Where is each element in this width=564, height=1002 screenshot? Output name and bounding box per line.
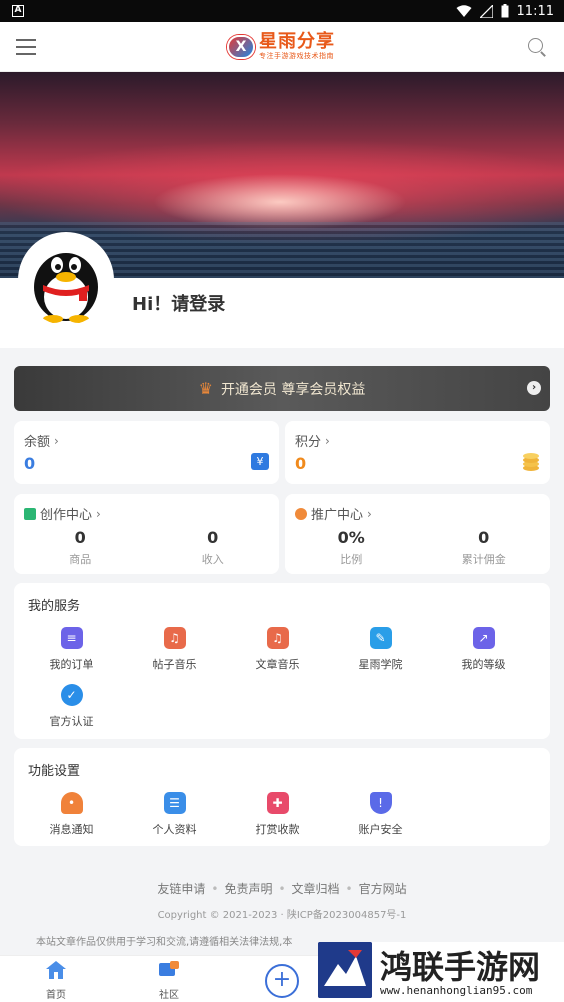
stat-item: 0 累计佣金 [461, 528, 506, 566]
watermark-title: 鸿联手游网 [380, 948, 541, 986]
logo-title: 星雨分享 [259, 31, 335, 52]
stat-item: 0 商品 [69, 528, 92, 566]
services-title: 我的服务 [28, 599, 81, 614]
music-icon: ♫ [266, 627, 289, 649]
service-post-music[interactable]: ♫ 帖子音乐 [123, 627, 226, 684]
level-icon: ↗ [472, 627, 495, 649]
tab-community[interactable]: 社区 [139, 960, 199, 1001]
stat-item: 0% 比例 [337, 528, 365, 566]
service-article-music[interactable]: ♫ 文章音乐 [226, 627, 329, 684]
watermark-url: www.henanhonglian95.com [380, 984, 533, 997]
chevron-right-icon: › [96, 506, 101, 521]
login-prompt[interactable]: Hi！请登录 [132, 290, 225, 316]
money-bag-icon [295, 507, 307, 520]
service-academy[interactable]: ✎ 星雨学院 [329, 627, 432, 684]
balance-label: 余额 [24, 435, 51, 450]
points-label: 积分 [295, 435, 322, 450]
tab-home[interactable]: 首页 [26, 960, 86, 1001]
verified-icon: ✓ [60, 684, 83, 706]
promotion-center-card[interactable]: 推广中心 › 0% 比例 0 累计佣金 [285, 494, 550, 574]
community-icon [159, 961, 179, 976]
watermark-logo [318, 942, 372, 998]
setting-notifications[interactable]: • 消息通知 [20, 792, 123, 837]
settings-grid: • 消息通知 ☰ 个人资料 ✚ 打赏收款 ! 账户安全 [20, 792, 540, 837]
top-header: X 星雨分享 专注手游游戏技术指南 [0, 22, 564, 72]
footer-link[interactable]: 官方网站 [359, 882, 407, 896]
creation-icon [24, 507, 36, 520]
footer-link[interactable]: 文章归档 [292, 882, 340, 896]
balance-value: 0 [24, 454, 36, 473]
arrow-right-icon: › [527, 381, 541, 395]
academy-icon: ✎ [369, 627, 392, 649]
footer-link[interactable]: 友链申请 [157, 882, 205, 896]
creation-label: 创作中心 [40, 508, 93, 523]
gift-icon: ✚ [266, 792, 289, 814]
battery-icon [501, 4, 509, 18]
creation-center-card[interactable]: 创作中心 › 0 商品 0 收入 [14, 494, 279, 574]
points-value: 0 [295, 454, 307, 473]
settings-title: 功能设置 [28, 764, 81, 779]
watermark: 鸿联手游网 www.henanhonglian95.com [318, 942, 564, 1002]
footer-link[interactable]: 免责声明 [224, 882, 272, 896]
bell-icon: • [60, 792, 83, 814]
avatar[interactable] [18, 232, 114, 328]
search-icon[interactable] [526, 36, 548, 58]
logo-subtitle: 专注手游游戏技术指南 [259, 52, 334, 60]
chevron-right-icon: › [54, 433, 59, 448]
order-icon: ≡ [60, 627, 83, 649]
vip-label: 开通会员 尊享会员权益 [220, 381, 366, 398]
settings-card: 功能设置 • 消息通知 ☰ 个人资料 ✚ 打赏收款 ! 账户安全 [14, 748, 550, 846]
music-icon: ♫ [163, 627, 186, 649]
points-card[interactable]: 积分 › 0 [285, 421, 550, 484]
menu-icon[interactable] [16, 38, 36, 55]
setting-security[interactable]: ! 账户安全 [329, 792, 432, 837]
coins-icon [523, 453, 539, 471]
home-icon [46, 961, 66, 979]
promotion-label: 推广中心 [311, 508, 364, 523]
chevron-right-icon: › [367, 506, 372, 521]
site-logo[interactable]: X 星雨分享 专注手游游戏技术指南 [227, 33, 335, 60]
notification-a-icon: A [12, 5, 24, 17]
wallet-icon: ¥ [251, 453, 269, 470]
disclaimer: 本站文章作品仅供用于学习和交流,请遵循相关法律法规,本 [36, 937, 293, 948]
setting-profile[interactable]: ☰ 个人资料 [123, 792, 226, 837]
shield-icon: ! [369, 792, 392, 814]
crown-icon: ♛ [198, 379, 213, 398]
status-time: 11:11 [516, 3, 554, 19]
add-post-button[interactable]: + [265, 964, 299, 998]
signal-icon [479, 4, 493, 18]
setting-tips[interactable]: ✚ 打赏收款 [226, 792, 329, 837]
vip-banner[interactable]: ♛ 开通会员 尊享会员权益 › [14, 366, 550, 411]
services-grid: ≡ 我的订单 ♫ 帖子音乐 ♫ 文章音乐 ✎ 星雨学院 ↗ 我的等级 ✓ 官方认… [20, 627, 540, 741]
stat-item: 0 收入 [201, 528, 224, 566]
service-my-orders[interactable]: ≡ 我的订单 [20, 627, 123, 684]
logo-badge: X [227, 34, 255, 59]
wifi-icon [456, 4, 472, 17]
footer-links: 友链申请 • 免责声明 • 文章归档 • 官方网站 [157, 882, 407, 896]
services-card: 我的服务 ≡ 我的订单 ♫ 帖子音乐 ♫ 文章音乐 ✎ 星雨学院 ↗ 我的等级 … [14, 583, 550, 739]
profile-icon: ☰ [163, 792, 186, 814]
service-my-level[interactable]: ↗ 我的等级 [432, 627, 535, 684]
service-verification[interactable]: ✓ 官方认证 [20, 684, 123, 741]
copyright: Copyright © 2021-2023 · 陕ICP备2023004857号… [157, 910, 407, 921]
status-bar: A 11:11 [0, 0, 564, 22]
chevron-right-icon: › [325, 433, 330, 448]
penguin-avatar-icon [34, 253, 98, 323]
balance-card[interactable]: 余额 › 0 ¥ [14, 421, 279, 484]
